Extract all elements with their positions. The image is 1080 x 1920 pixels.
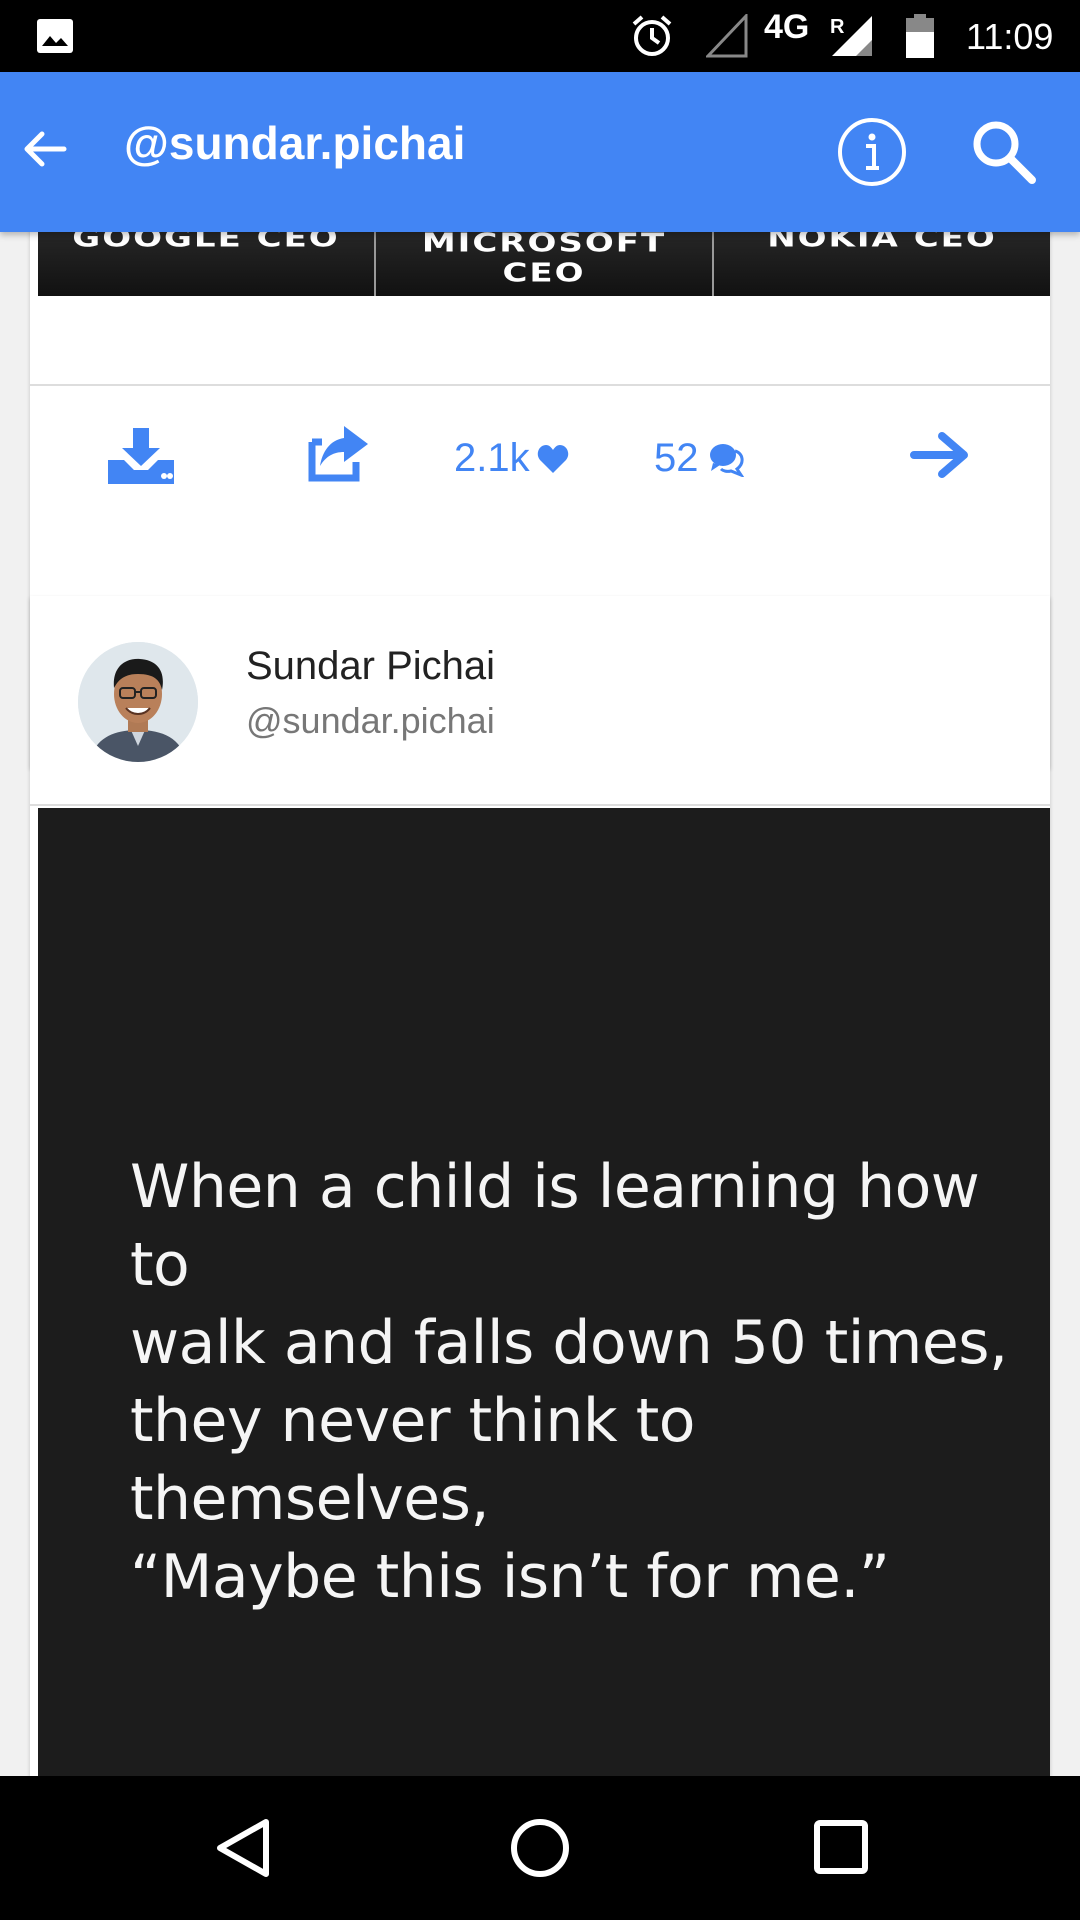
app-bar: @sundar.pichai: [0, 72, 1080, 232]
download-icon[interactable]: [104, 426, 178, 486]
comment-icon: [709, 443, 744, 477]
post-card: Sundar Pichai @sundar.pichai When a chil…: [30, 596, 1050, 1776]
home-icon[interactable]: [508, 1816, 572, 1880]
meme-image[interactable]: GOOGLE CEO MICROSOFT CEO NOKIA CEO: [38, 232, 1050, 296]
like-count: 2.1k: [454, 436, 530, 480]
quote-line: walk and falls down 50 times,: [130, 1308, 1008, 1378]
heart-icon: [537, 444, 568, 473]
search-icon[interactable]: [968, 116, 1038, 186]
page-title: @sundar.pichai: [124, 117, 466, 169]
battery-icon: [906, 14, 934, 58]
comment-button[interactable]: 52: [654, 436, 745, 481]
meme-caption: NOKIA CEO: [767, 232, 997, 253]
avatar[interactable]: [78, 642, 198, 762]
status-bar: 4G R 11:09: [0, 0, 1080, 72]
quote-image[interactable]: When a child is learning how to walk and…: [38, 808, 1050, 1776]
feed: GOOGLE CEO MICROSOFT CEO NOKIA CEO 2.1k: [0, 232, 1080, 1776]
meme-caption: GOOGLE CEO: [72, 232, 340, 253]
post-actions: 2.1k 52: [30, 386, 1050, 536]
share-icon[interactable]: [306, 424, 370, 482]
recents-icon[interactable]: [812, 1818, 870, 1876]
alarm-icon: [632, 15, 672, 56]
comment-count: 52: [654, 436, 699, 480]
meme-panel: GOOGLE CEO: [38, 232, 376, 296]
quote-line: they never think to themselves,: [130, 1386, 695, 1534]
gallery-icon: [37, 19, 73, 53]
quote-line: “Maybe this isn’t for me.”: [130, 1542, 890, 1612]
signal-empty-icon: [706, 14, 748, 58]
author-name: Sundar Pichai: [246, 644, 496, 688]
quote-text: When a child is learning how to walk and…: [130, 1148, 1010, 1616]
quote-line: When a child is learning how to: [130, 1152, 980, 1300]
meme-panel: NOKIA CEO: [714, 232, 1050, 296]
navigation-bar: [0, 1776, 1080, 1920]
post-author[interactable]: Sundar Pichai @sundar.pichai: [30, 596, 1050, 806]
meme-panel: MICROSOFT CEO: [376, 232, 714, 296]
author-handle: @sundar.pichai: [246, 700, 495, 741]
signal-full-icon: [832, 16, 872, 56]
info-icon[interactable]: [836, 116, 908, 188]
clock: 11:09: [966, 16, 1054, 57]
back-arrow-icon[interactable]: [18, 122, 72, 176]
like-button[interactable]: 2.1k: [454, 436, 570, 481]
arrow-right-icon[interactable]: [910, 428, 972, 482]
network-type: 4G: [764, 8, 810, 46]
back-nav-icon[interactable]: [212, 1816, 274, 1880]
meme-caption: MICROSOFT CEO: [421, 232, 667, 288]
